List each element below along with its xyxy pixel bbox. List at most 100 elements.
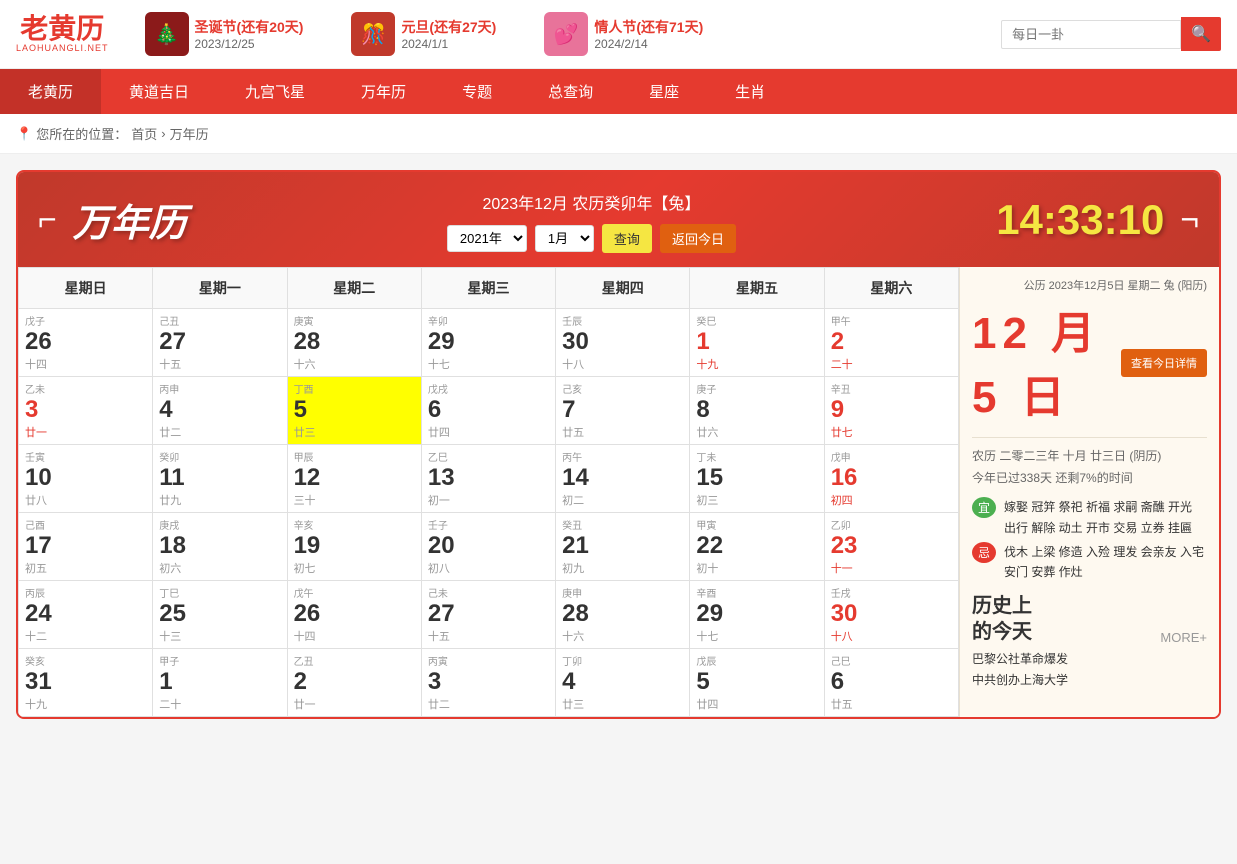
calendar-cell[interactable]: 己巳6廿五	[824, 649, 958, 717]
ganzhi-text: 癸卯	[159, 449, 179, 464]
nav-xingzuo[interactable]: 星座	[621, 69, 707, 114]
nav-shengxiao[interactable]: 生肖	[707, 69, 793, 114]
calendar-cell[interactable]: 戊辰5廿四	[690, 649, 824, 717]
ny-icon: 🎊	[351, 12, 395, 56]
ganzhi-text: 庚子	[696, 381, 716, 396]
calendar-row-4: 丙辰24十二丁巳25十三戊午26十四己未27十五庚申28十六辛酉29十七壬戌30…	[19, 581, 959, 649]
calendar-cell[interactable]: 乙巳13初一	[421, 445, 555, 513]
day-number: 6	[428, 396, 549, 424]
calendar-cell[interactable]: 丁未15初三	[690, 445, 824, 513]
nav-zhuanti[interactable]: 专题	[434, 69, 520, 114]
day-number: 28	[562, 600, 683, 628]
breadcrumb: 📍 您所在的位置： 首页 › 万年历	[0, 114, 1237, 154]
day-number: 13	[428, 464, 549, 492]
day-lunar: 十三	[159, 628, 280, 644]
month-select[interactable]: 1月	[535, 225, 594, 252]
vday-date: 2024/2/14	[594, 37, 703, 51]
ganzhi-text: 辛酉	[696, 585, 716, 600]
calendar-cell[interactable]: 乙未3廿一	[19, 377, 153, 445]
day-number: 4	[562, 668, 683, 696]
calendar-cell[interactable]: 辛酉29十七	[690, 581, 824, 649]
ganzhi-text: 辛丑	[831, 381, 851, 396]
more-link[interactable]: MORE+	[1160, 630, 1207, 645]
breadcrumb-home[interactable]: 首页	[131, 124, 157, 143]
query-button[interactable]: 查询	[602, 224, 652, 253]
calendar-cell[interactable]: 癸巳1十九	[690, 309, 824, 377]
search-button[interactable]: 🔍	[1181, 17, 1221, 51]
weekday-sun: 星期日	[19, 268, 153, 309]
weekday-thu: 星期四	[556, 268, 690, 309]
calendar-cell[interactable]: 己酉17初五	[19, 513, 153, 581]
calendar-cell[interactable]: 甲寅22初十	[690, 513, 824, 581]
today-button[interactable]: 返回今日	[660, 224, 736, 253]
nav-huangdao[interactable]: 黄道吉日	[101, 69, 217, 114]
calendar-cell[interactable]: 戊子26十四	[19, 309, 153, 377]
calendar-cell[interactable]: 壬戌30十八	[824, 581, 958, 649]
weekday-tue: 星期二	[287, 268, 421, 309]
calendar-cell[interactable]: 戊申16初四	[824, 445, 958, 513]
ganzhi-text: 癸丑	[562, 517, 582, 532]
day-lunar: 初三	[696, 492, 817, 508]
calendar-cell[interactable]: 丁卯4廿三	[556, 649, 690, 717]
today-detail-button[interactable]: 查看今日详情	[1121, 349, 1207, 377]
calendar-cell[interactable]: 甲子1二十	[153, 649, 287, 717]
ganzhi-text: 癸巳	[696, 313, 716, 328]
nav-laohuangli[interactable]: 老黄历	[0, 69, 101, 114]
calendar-cell[interactable]: 癸卯11廿九	[153, 445, 287, 513]
calendar-main-title: 万年历	[73, 192, 187, 247]
day-number: 19	[294, 532, 415, 560]
calendar-cell[interactable]: 丙申4廿二	[153, 377, 287, 445]
calendar-cell[interactable]: 庚寅28十六	[287, 309, 421, 377]
calendar-cell[interactable]: 庚申28十六	[556, 581, 690, 649]
calendar-cell[interactable]: 甲辰12三十	[287, 445, 421, 513]
calendar-cell[interactable]: 庚子8廿六	[690, 377, 824, 445]
calendar-cell[interactable]: 壬辰30十八	[556, 309, 690, 377]
ganzhi-text: 癸亥	[25, 653, 45, 668]
day-number: 3	[25, 396, 146, 424]
calendar-cell[interactable]: 癸丑21初九	[556, 513, 690, 581]
day-lunar: 十四	[25, 356, 146, 372]
nav-jiugong[interactable]: 九宫飞星	[217, 69, 333, 114]
day-lunar: 十二	[25, 628, 146, 644]
search-input[interactable]	[1001, 20, 1181, 49]
calendar-cell[interactable]: 戊午26十四	[287, 581, 421, 649]
calendar-cell[interactable]: 乙卯23十一	[824, 513, 958, 581]
day-number: 7	[562, 396, 683, 424]
ganzhi-text: 甲子	[159, 653, 179, 668]
calendar-cell[interactable]: 丙午14初二	[556, 445, 690, 513]
ganzhi-text: 乙未	[25, 381, 45, 396]
day-lunar: 廿一	[294, 696, 415, 712]
calendar-cell[interactable]: 丁巳25十三	[153, 581, 287, 649]
day-number: 2	[294, 668, 415, 696]
day-lunar: 初五	[25, 560, 146, 576]
calendar-cell[interactable]: 丙辰24十二	[19, 581, 153, 649]
calendar-cell[interactable]: 丙寅3廿二	[421, 649, 555, 717]
calendar-cell[interactable]: 己未27十五	[421, 581, 555, 649]
calendar-cell[interactable]: 壬寅10廿八	[19, 445, 153, 513]
day-lunar: 十五	[159, 356, 280, 372]
calendar-cell[interactable]: 辛丑9廿七	[824, 377, 958, 445]
ganzhi-text: 庚戌	[159, 517, 179, 532]
calendar-cell[interactable]: 癸亥31十九	[19, 649, 153, 717]
xmas-icon: 🎄	[145, 12, 189, 56]
calendar-cell[interactable]: 己丑27十五	[153, 309, 287, 377]
nav-wannian[interactable]: 万年历	[333, 69, 434, 114]
day-lunar: 十八	[831, 628, 952, 644]
calendar-cell[interactable]: 庚戌18初六	[153, 513, 287, 581]
day-number: 26	[294, 600, 415, 628]
calendar-cell[interactable]: 己亥7廿五	[556, 377, 690, 445]
day-lunar: 初四	[831, 492, 952, 508]
calendar-cell[interactable]: 辛亥19初七	[287, 513, 421, 581]
nav-zongchaxun[interactable]: 总查询	[520, 69, 621, 114]
calendar-cell[interactable]: 壬子20初八	[421, 513, 555, 581]
calendar-cell[interactable]: 戊戌6廿四	[421, 377, 555, 445]
day-number: 27	[159, 328, 280, 356]
calendar-cell[interactable]: 辛卯29十七	[421, 309, 555, 377]
xmas-name: 圣诞节(还有20天)	[195, 17, 304, 37]
year-select[interactable]: 2021年	[447, 225, 527, 252]
calendar-cell[interactable]: 丁酉5廿三	[287, 377, 421, 445]
day-lunar: 二十	[831, 356, 952, 372]
calendar-cell[interactable]: 乙丑2廿一	[287, 649, 421, 717]
calendar-cell[interactable]: 甲午2二十	[824, 309, 958, 377]
auspicious-section: 宜 嫁娶 冠笄 祭祀 祈福 求嗣 斋醮 开光 出行 解除 动土 开市 交易 立券…	[972, 497, 1207, 583]
